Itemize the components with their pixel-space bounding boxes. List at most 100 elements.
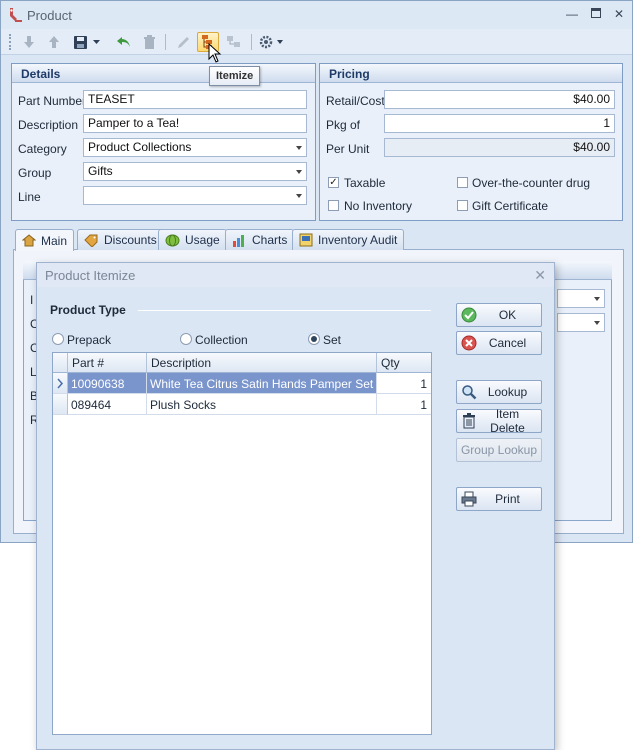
lookup-button[interactable]: Lookup	[456, 380, 542, 404]
row-selector[interactable]	[53, 373, 68, 394]
print-button-label: Print	[495, 492, 520, 506]
trash-icon	[460, 412, 478, 430]
edit-pencil-icon[interactable]	[172, 32, 194, 52]
group-value: Gifts	[88, 164, 113, 178]
tab-discounts-label: Discounts	[104, 233, 157, 247]
main-field-label: I	[30, 293, 34, 307]
delete-icon[interactable]	[138, 32, 160, 52]
dialog-title: Product Itemize	[45, 268, 136, 283]
dropdown-icon[interactable]	[90, 32, 102, 52]
close-icon[interactable]: ✕	[610, 6, 628, 22]
divider	[138, 310, 431, 311]
row-header-corner	[53, 353, 68, 373]
tab-usage[interactable]: Usage	[158, 229, 227, 250]
description-field[interactable]: Pamper to a Tea!	[83, 114, 307, 133]
grid-cell-description[interactable]: White Tea Citrus Satin Hands Pamper Set	[147, 373, 377, 394]
grid-cell-qty[interactable]: 1	[377, 394, 431, 415]
items-grid: Part # Description Qty 10090638 White Te…	[52, 352, 432, 735]
gift-certificate-checkbox[interactable]	[457, 200, 468, 211]
product-type-title: Product Type	[50, 303, 126, 317]
toolbar-separator	[165, 34, 166, 50]
grid-cell-description[interactable]: Plush Socks	[147, 394, 377, 415]
details-title: Details	[12, 64, 315, 83]
group-lookup-button-label: Group Lookup	[460, 443, 538, 457]
group-label: Group	[18, 166, 52, 180]
print-button[interactable]: Print	[456, 487, 542, 511]
tab-inventory-audit-label: Inventory Audit	[318, 233, 398, 247]
set-radio[interactable]	[308, 333, 320, 345]
tag-icon	[84, 234, 98, 247]
taxable-checkbox[interactable]: ✓	[328, 177, 339, 188]
otc-label: Over-the-counter drug	[472, 176, 591, 190]
product-app-icon	[6, 6, 24, 24]
toolbar-grip	[9, 34, 12, 50]
line-select[interactable]	[83, 186, 307, 205]
tab-main[interactable]: Main	[15, 229, 75, 251]
product-itemize-dialog: Product Itemize ✕ Product Type Prepack C…	[36, 262, 555, 750]
tab-discounts[interactable]: Discounts	[77, 229, 164, 250]
column-header-qty[interactable]: Qty	[377, 353, 431, 373]
group-icon[interactable]	[223, 32, 245, 52]
title-bar: Product — ✕	[1, 1, 632, 29]
description-label: Description	[18, 118, 79, 132]
gift-certificate-label: Gift Certificate	[472, 199, 549, 213]
column-header-part[interactable]: Part #	[68, 353, 147, 373]
pkg-of-field[interactable]: 1	[384, 114, 615, 133]
grid-cell-qty[interactable]: 1	[377, 373, 431, 394]
maximize-icon[interactable]	[587, 6, 605, 22]
ok-button-label: OK	[498, 308, 517, 322]
otc-checkbox[interactable]	[457, 177, 468, 188]
tab-charts-label: Charts	[252, 233, 288, 247]
group-select[interactable]: Gifts	[83, 162, 307, 181]
close-icon[interactable]: ✕	[534, 267, 546, 284]
magnifier-icon	[460, 383, 478, 401]
category-value: Product Collections	[88, 140, 192, 154]
home-icon	[22, 234, 36, 247]
arrow-up-icon[interactable]	[43, 32, 65, 52]
audit-icon	[299, 233, 313, 247]
part-number-field[interactable]: TEASET	[83, 90, 307, 109]
lookup-button-label: Lookup	[487, 385, 528, 399]
row-selector[interactable]	[53, 394, 68, 415]
itemize-tooltip: Itemize	[209, 66, 261, 86]
taxable-label: Taxable	[344, 176, 386, 190]
save-icon[interactable]	[69, 32, 91, 52]
group-lookup-button[interactable]: Group Lookup	[456, 438, 542, 462]
grid-cell-part[interactable]: 10090638	[68, 373, 147, 394]
grid-cell-part[interactable]: 089464	[68, 394, 147, 415]
tab-usage-label: Usage	[185, 233, 220, 247]
tab-inventory-audit[interactable]: Inventory Audit	[292, 229, 405, 250]
dialog-title-bar: Product Itemize ✕	[37, 263, 554, 287]
per-unit-field: $40.00	[384, 138, 615, 157]
tab-charts[interactable]: Charts	[225, 229, 295, 250]
no-inventory-checkbox[interactable]	[328, 200, 339, 211]
mouse-cursor-icon	[208, 43, 222, 63]
main-field-select[interactable]	[557, 313, 605, 332]
collection-label: Collection	[195, 333, 248, 347]
arrow-down-icon[interactable]	[18, 32, 40, 52]
collection-radio[interactable]	[180, 333, 192, 345]
category-select[interactable]: Product Collections	[83, 138, 307, 157]
usage-icon	[165, 234, 180, 246]
prepack-radio[interactable]	[52, 333, 64, 345]
retail-cost-field[interactable]: $40.00	[384, 90, 615, 109]
cancel-button-label: Cancel	[488, 336, 527, 350]
chevron-down-icon	[296, 170, 302, 174]
undo-icon[interactable]	[113, 32, 135, 52]
tab-main-label: Main	[41, 233, 68, 248]
settings-icon[interactable]	[257, 32, 285, 52]
column-header-description[interactable]: Description	[147, 353, 377, 373]
printer-icon	[460, 490, 478, 508]
ok-button[interactable]: OK	[456, 303, 542, 327]
radio-dot	[311, 336, 317, 342]
item-delete-button[interactable]: Item Delete	[456, 407, 542, 435]
bar-chart-icon	[233, 234, 244, 247]
no-inventory-label: No Inventory	[344, 199, 413, 213]
chevron-down-icon	[296, 146, 302, 150]
cancel-button[interactable]: Cancel	[456, 331, 542, 355]
category-label: Category	[18, 142, 67, 156]
minimize-icon[interactable]: —	[563, 6, 581, 22]
chevron-right-icon	[57, 378, 64, 389]
main-field-select[interactable]	[557, 289, 605, 308]
toolbar	[1, 29, 632, 55]
